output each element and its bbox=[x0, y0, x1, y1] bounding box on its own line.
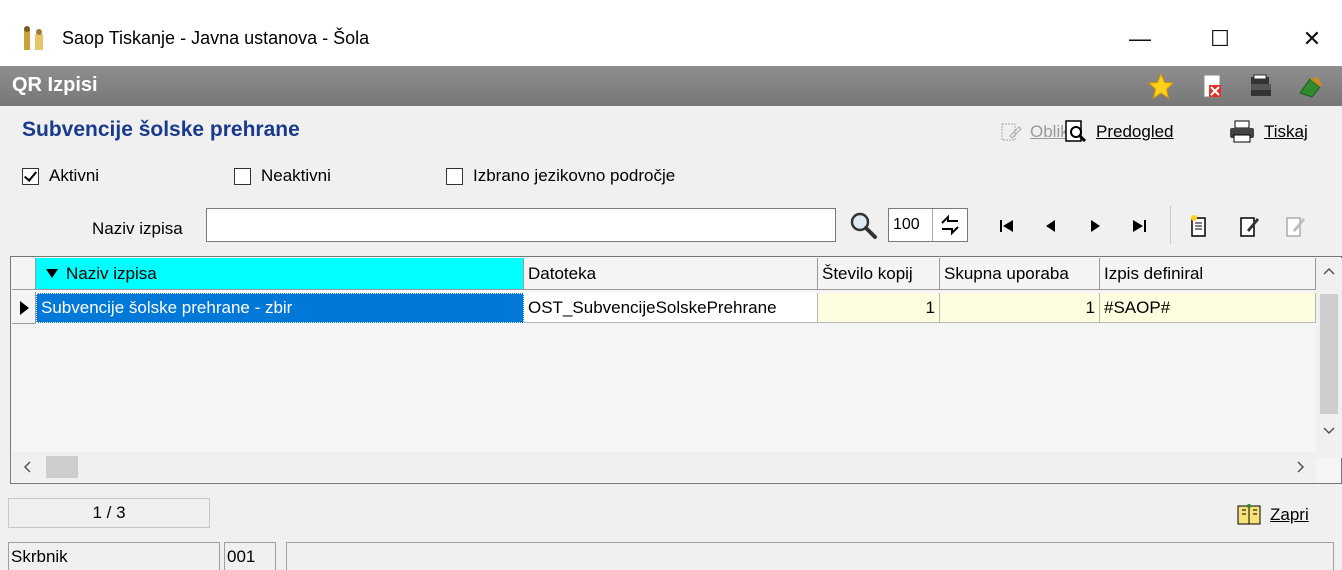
first-record-icon[interactable] bbox=[992, 211, 1022, 241]
status-code: 001 bbox=[224, 542, 276, 570]
new-record-icon[interactable] bbox=[1184, 211, 1214, 241]
status-message bbox=[286, 542, 1334, 570]
scroll-up-icon[interactable] bbox=[1323, 266, 1335, 276]
delete-record-icon[interactable] bbox=[1280, 211, 1310, 241]
table-cell-stevilo-kopij[interactable]: 1 bbox=[818, 293, 940, 323]
predogled-button[interactable]: Predogled bbox=[1064, 118, 1174, 146]
tiskaj-label: Tiskaj bbox=[1264, 122, 1308, 141]
window-title: Saop Tiskanje - Javna ustanova - Šola bbox=[62, 28, 370, 48]
header-bar bbox=[0, 66, 1342, 106]
scroll-down-icon[interactable] bbox=[1323, 426, 1335, 436]
exit-icon[interactable] bbox=[1298, 73, 1324, 99]
printers-icon[interactable] bbox=[1248, 73, 1274, 99]
predogled-label: Predogled bbox=[1096, 122, 1174, 141]
sort-down-icon bbox=[46, 268, 58, 278]
status-user: Skrbnik bbox=[8, 542, 220, 570]
horizontal-scrollbar[interactable] bbox=[12, 452, 1316, 482]
pager-indicator: 1 / 3 bbox=[8, 498, 210, 528]
table-cell-datoteka[interactable]: OST_SubvencijeSolskePrehrane bbox=[524, 293, 818, 323]
previous-record-icon[interactable] bbox=[1036, 211, 1066, 241]
column-header-label: Datoteka bbox=[528, 263, 597, 283]
table-cell-naziv[interactable]: Subvencije šolske prehrane - zbir bbox=[36, 293, 524, 323]
column-header-naziv[interactable]: Naziv izpisa bbox=[36, 258, 524, 290]
last-record-icon[interactable] bbox=[1124, 211, 1154, 241]
scroll-right-icon[interactable] bbox=[1296, 461, 1306, 473]
zoom-field[interactable]: 100 bbox=[888, 208, 968, 242]
filter-aktivni-checkbox[interactable]: Aktivni bbox=[22, 163, 99, 189]
scroll-left-icon[interactable] bbox=[22, 461, 32, 473]
zapri-button[interactable]: Zapri bbox=[1236, 500, 1309, 530]
edit-record-icon[interactable] bbox=[1234, 211, 1264, 241]
current-row-icon bbox=[19, 300, 29, 315]
search-icon[interactable] bbox=[846, 208, 880, 242]
toolbar-separator bbox=[1170, 206, 1171, 244]
column-header-label: Skupna uporaba bbox=[944, 263, 1069, 283]
column-header-izpis-definiral[interactable]: Izpis definiral bbox=[1100, 258, 1316, 290]
checkbox-label: Aktivni bbox=[49, 166, 100, 185]
minimize-button[interactable]: — bbox=[1110, 16, 1170, 62]
preview-icon bbox=[1065, 120, 1087, 143]
checkbox-box[interactable] bbox=[22, 167, 39, 185]
grid-corner bbox=[12, 258, 36, 290]
tiskaj-button[interactable]: Tiskaj bbox=[1228, 118, 1308, 146]
checkbox-box[interactable] bbox=[234, 167, 251, 185]
column-header-skupna-uporaba[interactable]: Skupna uporaba bbox=[940, 258, 1100, 290]
search-label: Naziv izpisa bbox=[92, 219, 183, 238]
checkbox-label: Neaktivni bbox=[261, 166, 331, 185]
next-record-icon[interactable] bbox=[1080, 211, 1110, 241]
horizontal-scroll-thumb[interactable] bbox=[46, 456, 78, 478]
printer-icon bbox=[1230, 120, 1254, 143]
checkbox-label: Izbrano jezikovno področje bbox=[473, 166, 676, 185]
column-header-datoteka[interactable]: Datoteka bbox=[524, 258, 818, 290]
report-title: Subvencije šolske prehrane bbox=[22, 118, 300, 141]
search-input[interactable] bbox=[206, 208, 836, 242]
maximize-button[interactable]: ☐ bbox=[1190, 16, 1250, 62]
row-indicator[interactable] bbox=[12, 292, 36, 324]
star-icon[interactable] bbox=[1148, 73, 1174, 99]
column-header-label: Izpis definiral bbox=[1104, 263, 1204, 283]
zoom-value[interactable]: 100 bbox=[889, 209, 933, 241]
close-window-button[interactable]: ✕ bbox=[1282, 16, 1342, 62]
filter-neaktivni-checkbox[interactable]: Neaktivni bbox=[234, 163, 331, 189]
header-title: QR Izpisi bbox=[12, 74, 98, 96]
zapri-label: Zapri bbox=[1270, 505, 1309, 524]
vertical-scrollbar[interactable] bbox=[1316, 258, 1342, 458]
app-icon bbox=[24, 26, 43, 50]
edit-design-icon bbox=[1001, 123, 1022, 141]
column-header-label: Naziv izpisa bbox=[66, 263, 157, 283]
close-document-icon[interactable] bbox=[1200, 73, 1226, 99]
zoom-spinner-icon[interactable] bbox=[933, 209, 967, 241]
reports-grid[interactable] bbox=[10, 256, 1342, 484]
column-header-label: Število kopij bbox=[822, 263, 913, 283]
table-cell-izpis-definiral[interactable]: #SAOP# bbox=[1100, 293, 1316, 323]
vertical-scroll-thumb[interactable] bbox=[1320, 294, 1338, 414]
checkbox-box[interactable] bbox=[446, 167, 463, 185]
close-book-icon bbox=[1237, 504, 1261, 525]
filter-jezikovno-checkbox[interactable]: Izbrano jezikovno področje bbox=[446, 163, 675, 189]
table-cell-skupna-uporaba[interactable]: 1 bbox=[940, 293, 1100, 323]
column-header-stevilo-kopij[interactable]: Število kopij bbox=[818, 258, 940, 290]
